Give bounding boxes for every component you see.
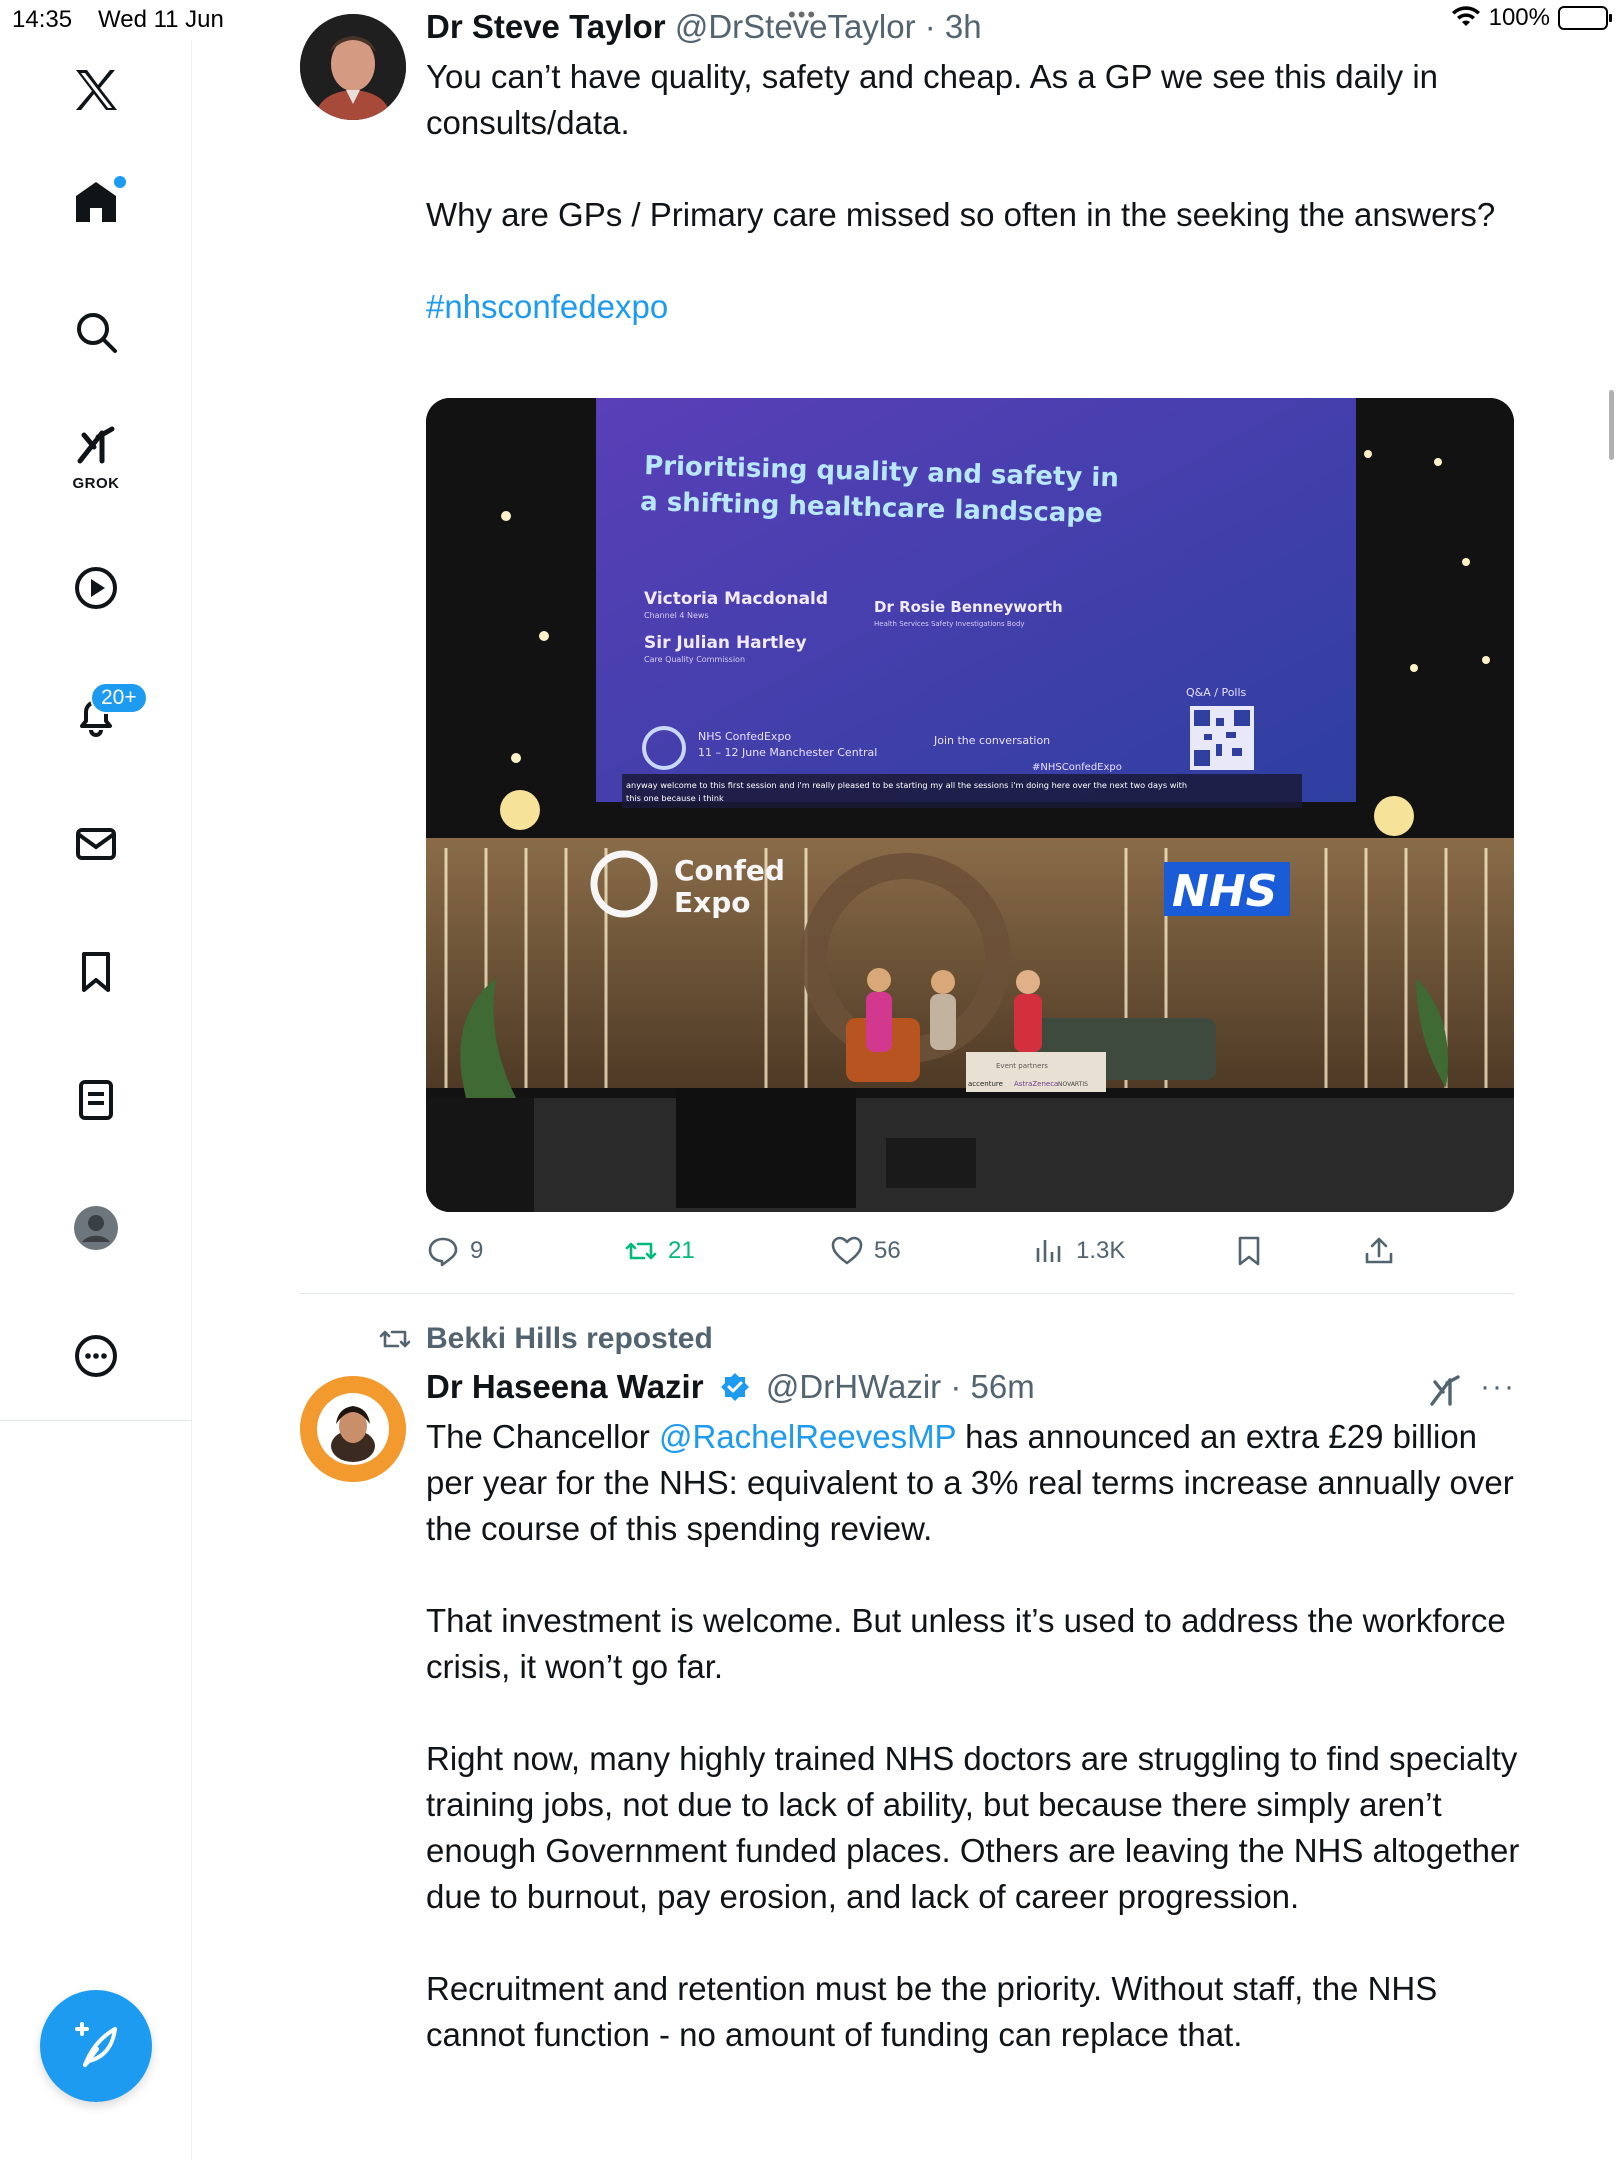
- view-count: 1.3K: [1076, 1237, 1126, 1264]
- repost-context[interactable]: Bekki Hills reposted: [378, 1322, 713, 1356]
- tweet-paragraph: Recruitment and retention must be the pr…: [426, 1970, 1438, 2053]
- share-icon: [1365, 1237, 1393, 1264]
- author-handle[interactable]: @DrSteveTaylor: [675, 8, 916, 45]
- tweet-body: You can’t have quality, safety and cheap…: [426, 54, 1516, 376]
- reply-count: 9: [470, 1237, 484, 1264]
- battery-icon: [1558, 6, 1612, 30]
- tweet-body: The Chancellor @RachelReevesMP has annou…: [426, 1414, 1526, 2104]
- repost-count: 21: [668, 1237, 695, 1264]
- partner-novartis: NOVARTIS: [1058, 1081, 1088, 1088]
- status-date: Wed 11 Jun: [98, 6, 224, 33]
- scrollbar[interactable]: [1609, 390, 1614, 460]
- list-icon[interactable]: [56, 1060, 136, 1140]
- partner-accenture: accenture: [968, 1080, 1003, 1088]
- nhs-logo: NHS: [1172, 866, 1277, 917]
- tweet-text-prefix: The Chancellor: [426, 1418, 659, 1455]
- like-button[interactable]: 56: [830, 1228, 901, 1274]
- speaker-1-org: Channel 4 News: [644, 611, 709, 620]
- grok-icon[interactable]: [1428, 1374, 1462, 1408]
- bookmark-icon[interactable]: [56, 932, 136, 1012]
- speaker-1-name: Victoria Macdonald: [644, 589, 828, 609]
- repost-icon: [625, 1242, 657, 1260]
- author-avatar[interactable]: [300, 1376, 406, 1482]
- play-icon[interactable]: [56, 548, 136, 628]
- caption-line-2: this one because i think: [626, 793, 724, 803]
- search-icon[interactable]: [56, 292, 136, 372]
- reposted-by: Bekki Hills reposted: [426, 1322, 713, 1355]
- hashtag-link[interactable]: #nhsconfedexpo: [426, 288, 668, 325]
- bell-icon[interactable]: 20+: [56, 676, 148, 756]
- author-name[interactable]: Dr Steve Taylor: [426, 8, 666, 45]
- mention-link[interactable]: @RachelReevesMP: [659, 1418, 956, 1455]
- tweet-actions: 9 21 56 1.3K: [426, 1228, 1426, 1274]
- home-notification-dot: [114, 176, 126, 188]
- caption-line-1: anyway welcome to this first session and…: [626, 780, 1187, 790]
- speaker-3-name: Dr Rosie Benneyworth: [874, 598, 1063, 616]
- social-hashtag: #NHSConfedExpo: [1032, 762, 1122, 773]
- home-icon[interactable]: [56, 162, 136, 242]
- speaker-3-org: Health Services Safety Investigations Bo…: [874, 620, 1025, 628]
- partner-astrazeneca: AstraZeneca: [1014, 1080, 1058, 1088]
- stage-logo-1: Confed: [674, 854, 785, 887]
- repost-button[interactable]: 21: [624, 1228, 695, 1274]
- reply-icon: [428, 1237, 458, 1267]
- views-icon: [1036, 1240, 1061, 1262]
- views-button[interactable]: 1.3K: [1032, 1228, 1125, 1274]
- author-avatar[interactable]: [300, 14, 406, 120]
- status-right: 100%: [1451, 4, 1612, 32]
- tweet-divider: [300, 1293, 1514, 1294]
- bookmark-button[interactable]: [1232, 1228, 1266, 1274]
- tweet-header: Dr Steve Taylor @DrSteveTaylor · 3h: [426, 8, 982, 46]
- tweet-paragraph: Why are GPs / Primary care missed so oft…: [426, 196, 1496, 233]
- event-name: NHS ConfedExpo: [698, 730, 791, 743]
- battery-percent: 100%: [1488, 4, 1550, 31]
- speaker-2-org: Care Quality Commission: [644, 655, 745, 664]
- sidebar: GROK 20+: [0, 40, 192, 2160]
- tweet-paragraph: Right now, many highly trained NHS docto…: [426, 1740, 1520, 1915]
- tweet-header: Dr Haseena Wazir @DrHWazir · 56m: [426, 1368, 1035, 1406]
- bookmark-icon: [1238, 1236, 1260, 1266]
- wifi-icon: [1451, 6, 1480, 26]
- tweet-paragraph: You can’t have quality, safety and cheap…: [426, 58, 1439, 141]
- heart-icon: [831, 1236, 863, 1265]
- compose-button[interactable]: [40, 1990, 152, 2102]
- tweet-paragraph: That investment is welcome. But unless i…: [426, 1602, 1506, 1685]
- grok-icon[interactable]: GROK: [56, 416, 136, 496]
- status-time: 14:35: [12, 6, 73, 33]
- author-name[interactable]: Dr Haseena Wazir: [426, 1368, 704, 1405]
- more-options-icon[interactable]: ···: [1480, 1370, 1516, 1404]
- sidebar-separator: [0, 1420, 192, 1421]
- compose-icon: [75, 2022, 117, 2067]
- repost-icon: [379, 1330, 411, 1348]
- event-dates: 11 – 12 June Manchester Central: [698, 746, 877, 759]
- speaker-2-name: Sir Julian Hartley: [644, 633, 807, 653]
- join-label: Join the conversation: [933, 734, 1050, 747]
- avatar-icon[interactable]: [56, 1188, 136, 1268]
- reply-button[interactable]: 9: [426, 1228, 483, 1274]
- qa-label: Q&A / Polls: [1186, 686, 1247, 699]
- partners-label: Event partners: [996, 1062, 1048, 1070]
- author-handle[interactable]: @DrHWazir: [766, 1368, 941, 1405]
- tweet-time[interactable]: · 56m: [950, 1368, 1034, 1405]
- more-icon[interactable]: [56, 1316, 136, 1396]
- tweet-image[interactable]: Prioritising quality and safety in a shi…: [426, 398, 1514, 1212]
- mail-icon[interactable]: [56, 804, 136, 884]
- x-logo-icon[interactable]: [56, 50, 136, 130]
- verified-badge-icon: [720, 1373, 749, 1401]
- like-count: 56: [874, 1237, 901, 1264]
- tweet-time[interactable]: · 3h: [925, 8, 982, 45]
- notification-badge: 20+: [90, 682, 148, 714]
- stage-logo-2: Expo: [674, 886, 750, 919]
- grok-label: GROK: [72, 475, 120, 492]
- share-button[interactable]: [1362, 1228, 1396, 1274]
